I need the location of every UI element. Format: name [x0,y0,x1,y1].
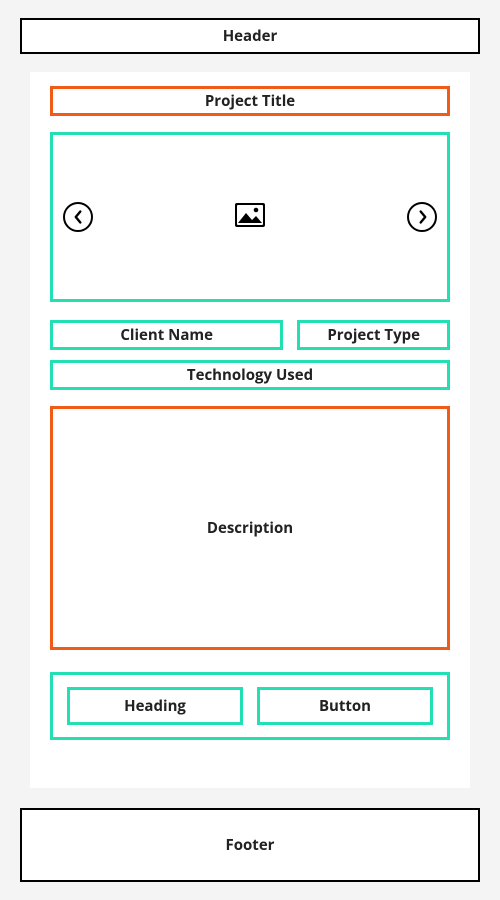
description-box: Description [50,406,450,650]
image-placeholder-icon [234,202,266,233]
meta-row: Client Name Project Type [50,320,450,350]
cta-heading-box: Heading [67,687,243,725]
chevron-left-icon [73,209,84,225]
content-panel: Project Title Client Name Project Type T… [30,72,470,788]
project-title-box: Project Title [50,86,450,116]
cta-heading-label: Heading [124,696,186,716]
carousel-next-button[interactable] [407,202,437,232]
footer: Footer [20,808,480,882]
chevron-right-icon [417,209,428,225]
image-carousel [50,132,450,302]
cta-section: Heading Button [50,672,450,740]
cta-button[interactable]: Button [257,687,433,725]
project-type-box: Project Type [297,320,450,350]
description-label: Description [207,518,293,538]
client-name-label: Client Name [120,325,213,345]
technology-used-label: Technology Used [187,365,313,385]
client-name-box: Client Name [50,320,283,350]
header-label: Header [223,26,278,46]
carousel-prev-button[interactable] [63,202,93,232]
project-title-label: Project Title [205,91,295,111]
header: Header [20,18,480,54]
technology-used-box: Technology Used [50,360,450,390]
cta-button-label: Button [319,696,371,716]
footer-label: Footer [226,835,275,855]
project-type-label: Project Type [327,325,420,345]
